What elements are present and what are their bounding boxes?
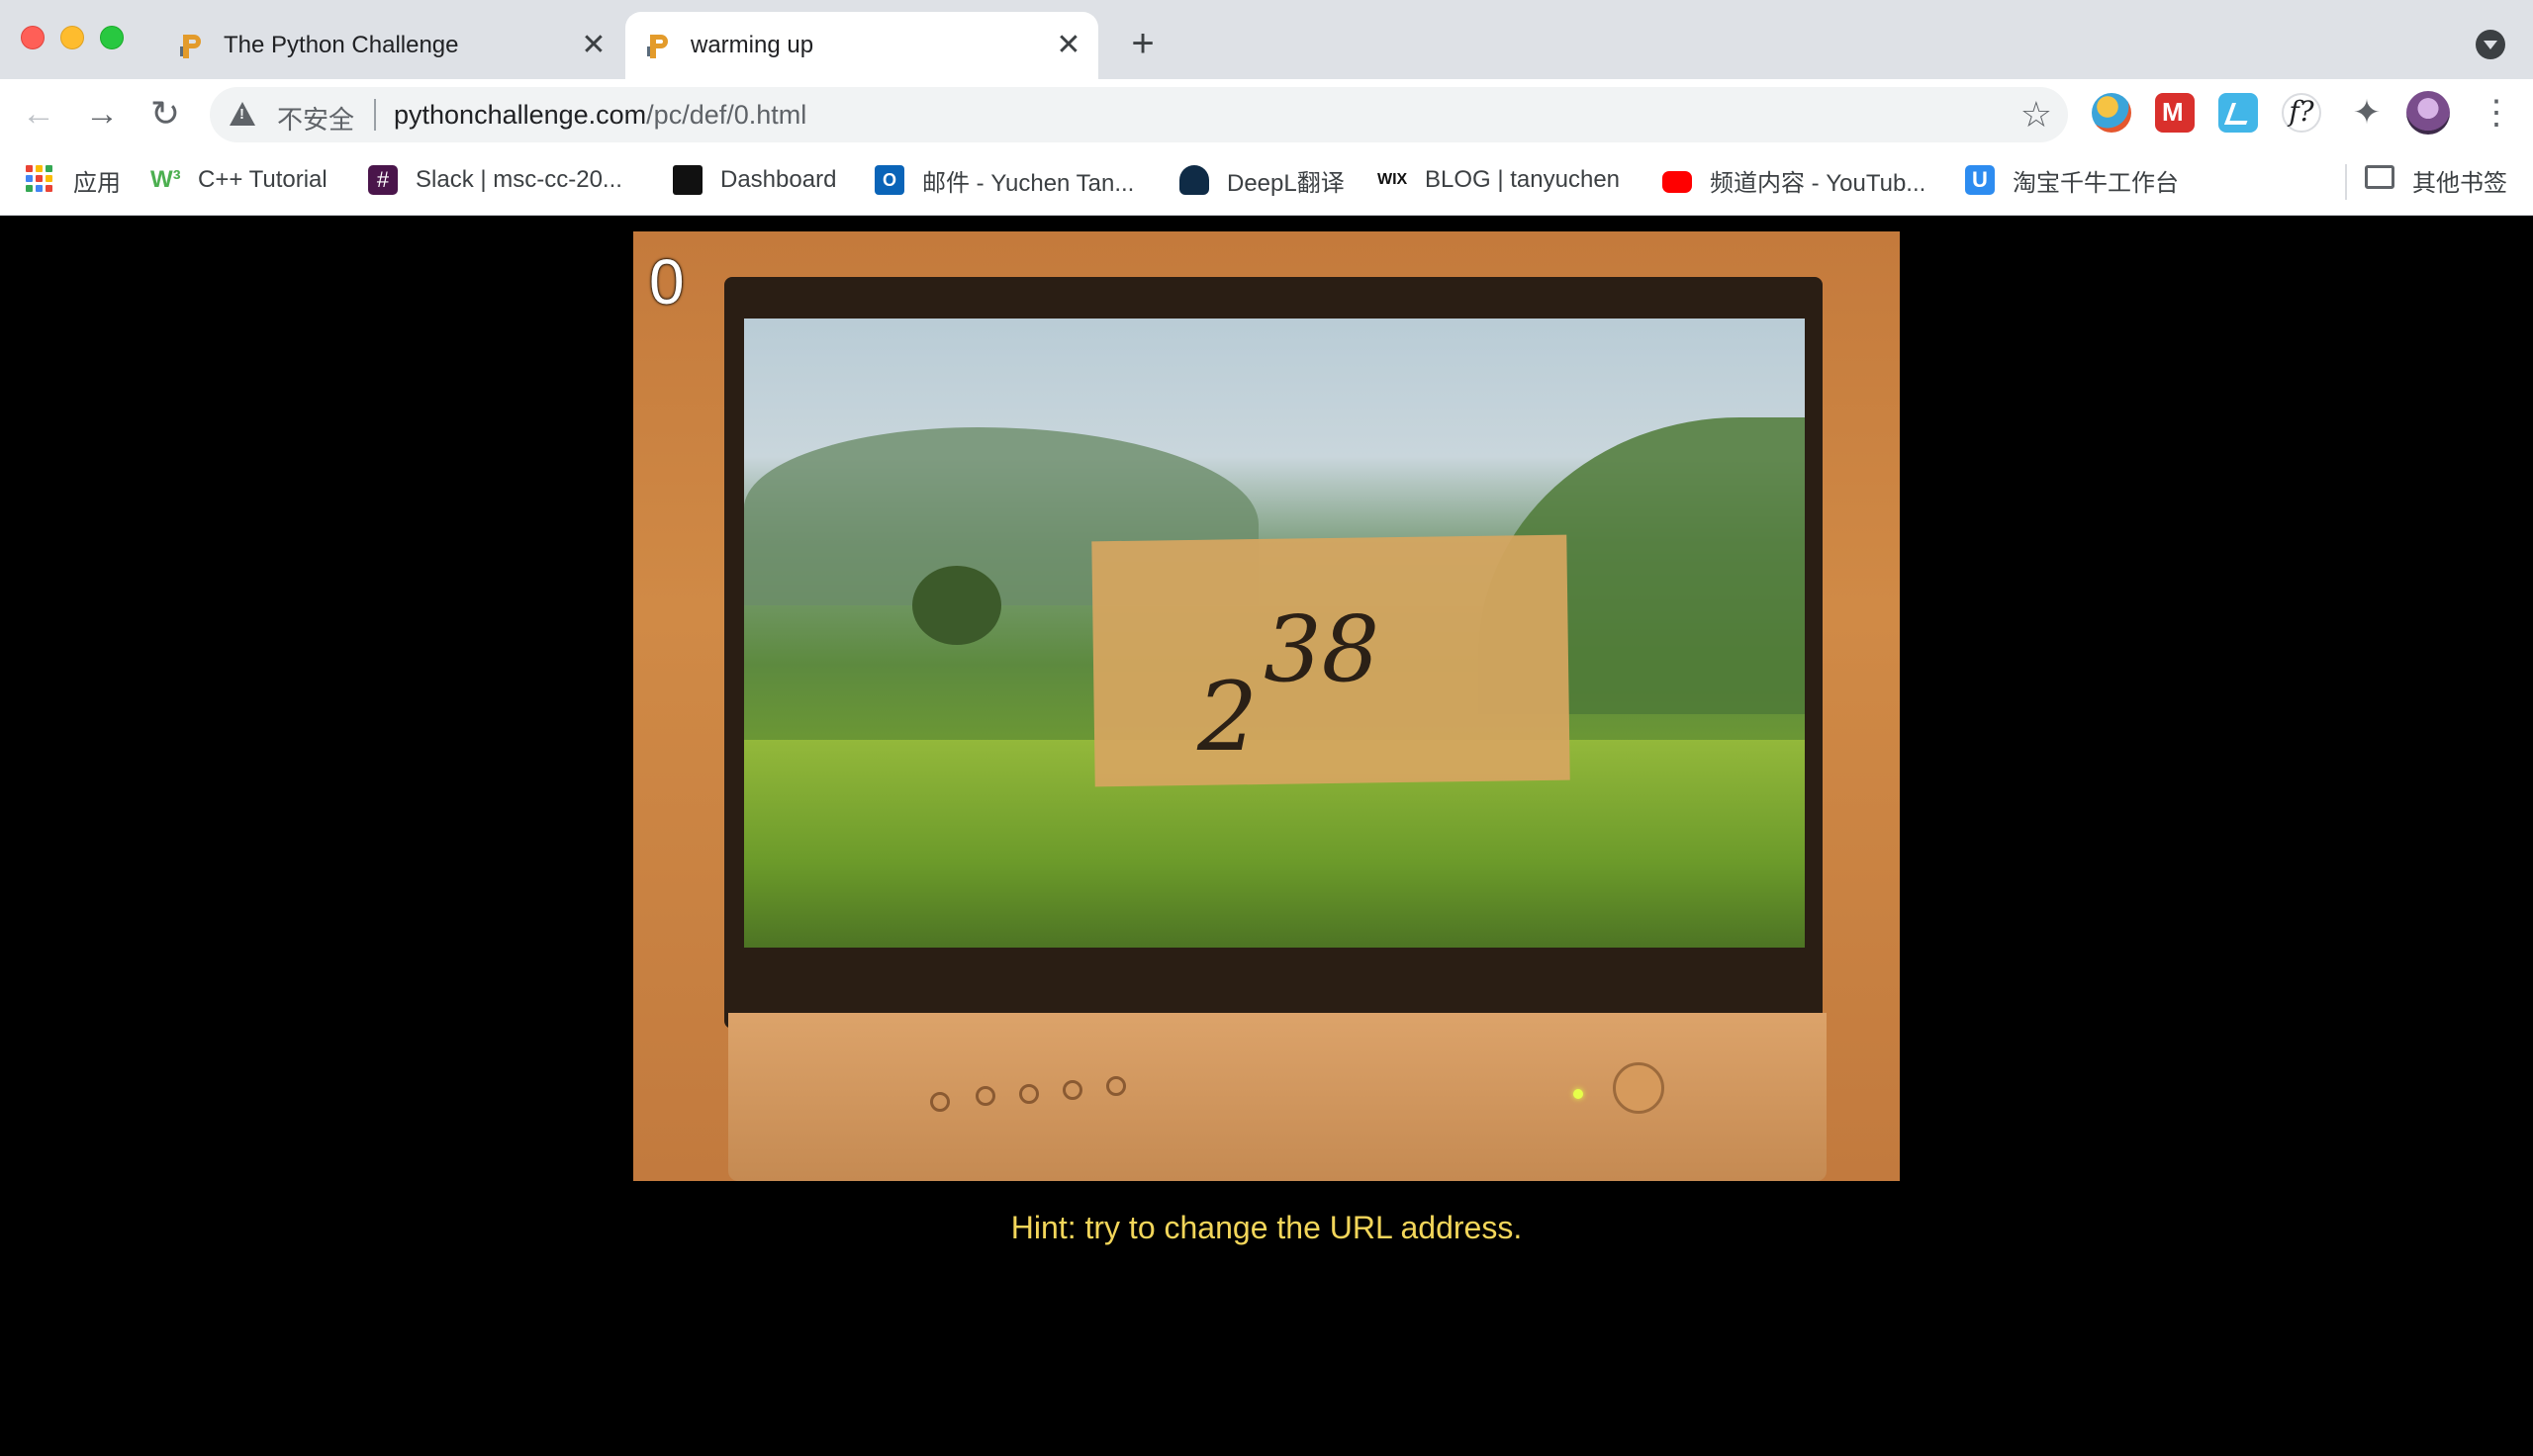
bookmark-cpp-tutorial[interactable]: W³ C++ Tutorial [150,162,328,198]
address-bar[interactable]: 不安全 pythonchallenge.com/pc/def/0.html ☆ [210,87,2068,142]
kebab-menu-icon[interactable]: ⋮ [2480,93,2513,133]
monitor-button [1019,1084,1039,1104]
slack-icon: # [368,165,398,195]
close-tab-icon[interactable]: ✕ [1051,28,1086,63]
url-text[interactable]: pythonchallenge.com/pc/def/0.html [394,100,806,131]
address-divider [374,99,376,131]
page-content: 238 0 Hint: try to change the URL addres… [0,217,2533,1456]
bookmark-label: Slack | msc-cc-20... [416,166,622,193]
bookmark-deepl[interactable]: DeepL翻译 [1179,162,1345,198]
expression-base: 2 [1197,662,1259,773]
bookmark-star-icon[interactable]: ☆ [2020,95,2052,135]
power-led [1573,1089,1583,1099]
tab-the-python-challenge[interactable]: The Python Challenge ✕ [158,12,623,79]
profile-avatar[interactable] [2406,91,2450,135]
close-tab-icon[interactable]: ✕ [576,28,611,63]
power-expression: 238 [1197,596,1379,773]
bookmark-label: 淘宝千牛工作台 [2013,169,2179,197]
tab-search-dropdown-icon[interactable] [2476,30,2505,59]
extension-globe-icon[interactable] [2092,93,2131,133]
folder-icon [2365,165,2394,195]
monitor-power-button [1613,1062,1664,1114]
apps-grid-icon [26,165,55,195]
new-tab-plus-icon[interactable]: + [1123,24,1163,63]
minimize-window-button[interactable] [60,26,84,49]
bookmark-label: C++ Tutorial [198,166,328,193]
deepl-icon [1179,165,1209,195]
bookmark-youtube[interactable]: 频道内容 - YouTub... [1662,162,1925,198]
bookmark-dashboard[interactable]: Dashboard [673,162,836,198]
bookmark-label: 邮件 - Yuchen Tan... [922,169,1135,197]
tab-title: The Python Challenge [224,32,459,58]
bookmarks-bar: 应用 W³ C++ Tutorial # Slack | msc-cc-20..… [0,148,2533,216]
bookmark-label: BLOG | tanyuchen [1425,166,1621,193]
bookmark-label: DeepL翻译 [1227,169,1345,197]
extensions-puzzle-icon[interactable]: ✦ [2347,93,2387,133]
other-bookmarks-label: 其他书签 [2412,169,2507,197]
qianniu-icon: U [1965,165,1995,195]
back-arrow-icon[interactable]: ← [18,93,59,135]
monitor-button [1106,1076,1126,1096]
extension-pen-icon[interactable] [2218,93,2258,133]
challenge-photo: 238 0 [633,231,1900,1181]
hint-text: Hint: try to change the URL address. [1010,1210,1523,1245]
url-host: pythonchallenge.com [394,100,647,130]
dashboard-icon [673,165,703,195]
extension-mendeley-icon[interactable] [2155,93,2195,133]
forward-arrow-icon[interactable]: → [81,93,123,135]
tab-strip: The Python Challenge ✕ warming up ✕ + [0,0,2533,79]
expression-exponent: 38 [1264,596,1380,702]
extension-font-icon[interactable]: f? [2282,93,2321,133]
url-path: /pc/def/0.html [646,100,807,130]
outlook-icon: O [875,165,904,195]
security-label[interactable]: 不安全 [277,100,354,136]
close-window-button[interactable] [21,26,45,49]
monitor-button [1063,1080,1082,1100]
tab-warming-up[interactable]: warming up ✕ [625,12,1098,79]
reload-icon[interactable]: ↻ [144,93,186,135]
bookmark-slack[interactable]: # Slack | msc-cc-20... [368,162,622,198]
maximize-window-button[interactable] [100,26,124,49]
bookmark-qianniu[interactable]: U 淘宝千牛工作台 [1965,162,2179,198]
other-bookmarks[interactable]: 其他书签 [2365,162,2507,198]
not-secure-warning-icon[interactable] [230,102,255,126]
bookmark-outlook-mail[interactable]: O 邮件 - Yuchen Tan... [875,162,1134,198]
tab-title: warming up [691,32,814,58]
wix-icon: WIX [1377,171,1408,188]
level-number: 0 [649,246,685,318]
bookmark-apps[interactable]: 应用 [26,162,121,198]
bookmark-label: Dashboard [720,166,837,193]
bookmark-blog[interactable]: WIX BLOG | tanyuchen [1377,162,1620,198]
bookmark-label: 应用 [73,169,121,197]
monitor-button [976,1086,995,1106]
bookmark-label: 频道内容 - YouTub... [1710,169,1926,197]
python-challenge-favicon-icon [176,31,206,60]
youtube-icon [1662,171,1692,193]
python-challenge-favicon-icon [643,31,673,60]
browser-toolbar: ← → ↻ 不安全 pythonchallenge.com/pc/def/0.h… [0,79,2533,148]
bookmarks-divider [2345,164,2347,200]
w3schools-icon: W³ [150,166,181,193]
monitor-button [930,1092,950,1112]
